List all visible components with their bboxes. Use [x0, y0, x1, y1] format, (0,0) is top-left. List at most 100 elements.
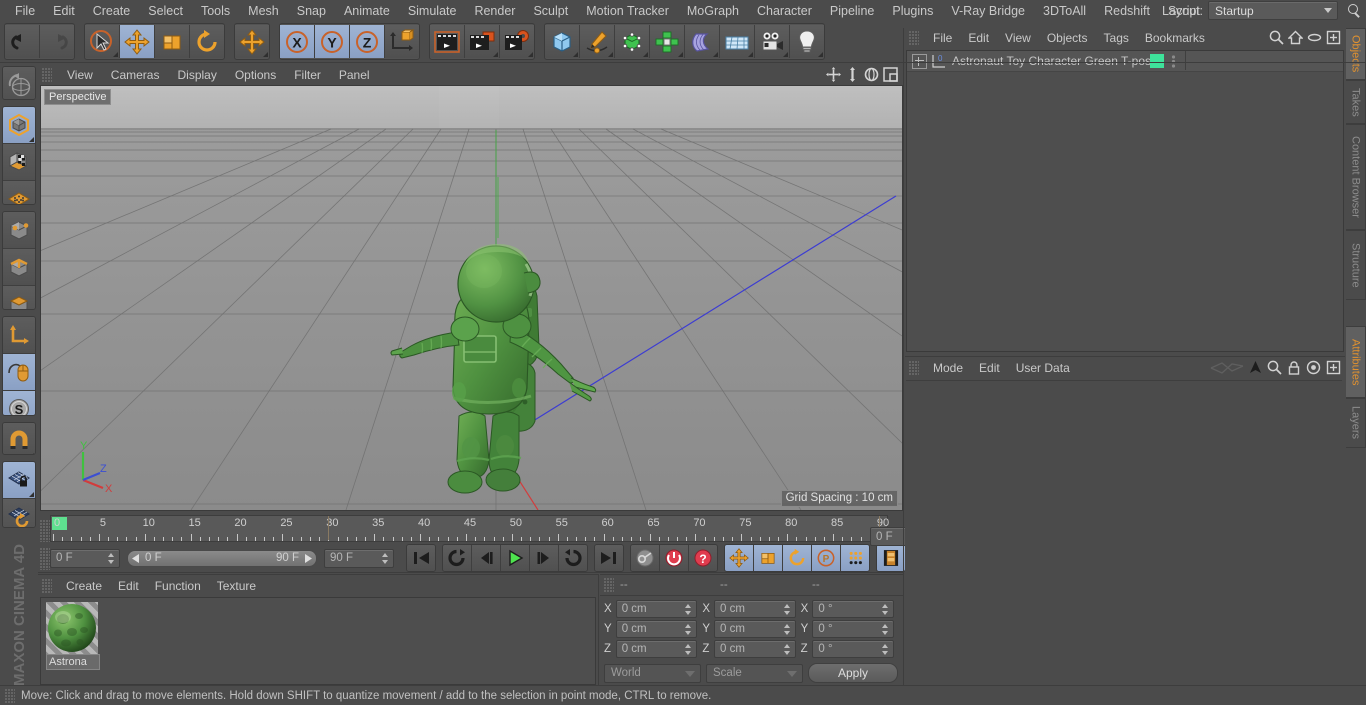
- go-to-start-button[interactable]: [407, 545, 435, 571]
- rotation-key-button[interactable]: [783, 545, 812, 571]
- timeline-controls-grip[interactable]: [40, 548, 50, 570]
- object-menu-objects[interactable]: Objects: [1039, 28, 1096, 48]
- step-back-button[interactable]: [472, 545, 501, 571]
- size-mode-dropdown[interactable]: Scale: [706, 663, 803, 683]
- menu-motion-tracker[interactable]: Motion Tracker: [577, 1, 678, 21]
- viewport-menu-cameras[interactable]: Cameras: [102, 65, 169, 85]
- cursor-arrow-icon[interactable]: [1249, 360, 1262, 378]
- attribute-menu-user-data[interactable]: User Data: [1008, 358, 1078, 378]
- ellipse-icon[interactable]: [1307, 30, 1322, 48]
- object-tag-swatch[interactable]: [1150, 54, 1164, 68]
- viewport-canvas[interactable]: Perspective Grid Spacing : 10 cm Y X Z: [40, 85, 903, 511]
- viewport-solo-button[interactable]: [3, 143, 35, 181]
- status-grip-handle[interactable]: [5, 688, 15, 703]
- undo-button[interactable]: [5, 25, 40, 58]
- step-forward-button[interactable]: [530, 545, 559, 571]
- points-mode-button[interactable]: [3, 212, 35, 250]
- animation-layers-button[interactable]: [877, 545, 905, 571]
- menu-render[interactable]: Render: [465, 1, 524, 21]
- dolly-view-icon[interactable]: [844, 66, 861, 83]
- spinner-icon[interactable]: [881, 604, 889, 615]
- layout-dropdown[interactable]: Startup: [1208, 1, 1338, 20]
- object-menu-edit[interactable]: Edit: [960, 28, 997, 48]
- rotate-view-icon[interactable]: [863, 66, 880, 83]
- tag-dots-icon[interactable]: [1171, 55, 1176, 71]
- target-icon[interactable]: [1306, 360, 1321, 378]
- spinner-icon[interactable]: [881, 624, 889, 635]
- menu-sculpt[interactable]: Sculpt: [524, 1, 577, 21]
- menu-plugins[interactable]: Plugins: [883, 1, 942, 21]
- object-menu-view[interactable]: View: [997, 28, 1039, 48]
- polygons-mode-button[interactable]: [3, 286, 35, 310]
- menu-character[interactable]: Character: [748, 1, 821, 21]
- menu-pipeline[interactable]: Pipeline: [821, 1, 883, 21]
- attribute-menu-mode[interactable]: Mode: [925, 358, 971, 378]
- material-item[interactable]: Astrona: [46, 602, 100, 670]
- scale-button[interactable]: [155, 25, 190, 58]
- spinner-icon[interactable]: [783, 644, 791, 655]
- object-menu-bookmarks[interactable]: Bookmarks: [1137, 28, 1213, 48]
- object-tree[interactable]: 0 Astronaut Toy Character Green T-pose: [906, 50, 1344, 352]
- side-tab-layers[interactable]: Layers: [1346, 398, 1366, 448]
- timeline-grip-handle[interactable]: [40, 520, 50, 542]
- size-y-field[interactable]: 0 cm: [714, 620, 796, 638]
- material-list[interactable]: Astrona: [40, 597, 596, 685]
- live-selection-button[interactable]: [85, 25, 120, 58]
- material-grip-handle[interactable]: [42, 578, 52, 593]
- undo-view-button[interactable]: [3, 67, 35, 99]
- material-menu-create[interactable]: Create: [58, 576, 110, 596]
- maximize-view-icon[interactable]: [882, 66, 899, 83]
- workplane-button[interactable]: S: [3, 391, 35, 415]
- spinner-icon[interactable]: [783, 624, 791, 635]
- material-menu-function[interactable]: Function: [147, 576, 209, 596]
- lock-y-button[interactable]: Y: [315, 25, 350, 58]
- lock-z-button[interactable]: Z: [350, 25, 385, 58]
- spinner-icon[interactable]: [685, 624, 692, 635]
- add-deformer-button[interactable]: [685, 25, 720, 58]
- object-menu-tags[interactable]: Tags: [1096, 28, 1137, 48]
- viewport-menu-filter[interactable]: Filter: [285, 65, 330, 85]
- viewport-menu-view[interactable]: View: [58, 65, 102, 85]
- menu-edit[interactable]: Edit: [44, 1, 84, 21]
- record-active-objects-button[interactable]: [631, 545, 660, 571]
- wave-history-icon[interactable]: [1210, 360, 1244, 378]
- side-tab-takes[interactable]: Takes: [1346, 80, 1366, 124]
- menu-mograph[interactable]: MoGraph: [678, 1, 748, 21]
- lock-workplane-button[interactable]: [3, 462, 35, 500]
- make-editable-button[interactable]: [3, 106, 35, 144]
- search-icon[interactable]: [1346, 3, 1362, 19]
- pan-view-icon[interactable]: [825, 66, 842, 83]
- soft-selection-button[interactable]: [235, 25, 269, 58]
- add-cube-button[interactable]: [545, 25, 580, 58]
- preview-range-bar[interactable]: 0 F 90 F: [127, 549, 317, 567]
- menu-3dtoall[interactable]: 3DToAll: [1034, 1, 1095, 21]
- move-button[interactable]: [120, 25, 155, 58]
- attribute-grip-handle[interactable]: [909, 361, 919, 375]
- material-menu-edit[interactable]: Edit: [110, 576, 147, 596]
- end-time-field[interactable]: 90 F: [324, 548, 394, 568]
- lock-x-button[interactable]: X: [280, 25, 315, 58]
- object-axis-button[interactable]: [3, 317, 35, 355]
- planar-workplane-button[interactable]: [3, 499, 35, 528]
- coordinate-grip-handle[interactable]: [604, 578, 614, 592]
- enable-axis-button[interactable]: [3, 180, 35, 205]
- edges-mode-button[interactable]: [3, 249, 35, 287]
- menu-select[interactable]: Select: [139, 1, 192, 21]
- add-mograph-button[interactable]: [650, 25, 685, 58]
- menu-simulate[interactable]: Simulate: [399, 1, 466, 21]
- rotation-x-field[interactable]: 0 °: [812, 600, 894, 618]
- menu-file[interactable]: File: [6, 1, 44, 21]
- go-to-end-button[interactable]: [595, 545, 623, 571]
- world-object-coord-button[interactable]: [385, 25, 419, 58]
- size-z-field[interactable]: 0 cm: [714, 640, 796, 658]
- menu-mesh[interactable]: Mesh: [239, 1, 288, 21]
- viewport-menu-options[interactable]: Options: [226, 65, 285, 85]
- object-menu-file[interactable]: File: [925, 28, 960, 48]
- rotate-button[interactable]: [190, 25, 224, 58]
- spinner-icon[interactable]: [881, 644, 889, 655]
- render-to-picture-viewer-button[interactable]: [465, 25, 500, 58]
- viewport-grip-handle[interactable]: [42, 67, 52, 82]
- size-x-field[interactable]: 0 cm: [714, 600, 796, 618]
- side-tab-objects[interactable]: Objects: [1346, 28, 1366, 80]
- spinner-icon[interactable]: [783, 604, 791, 615]
